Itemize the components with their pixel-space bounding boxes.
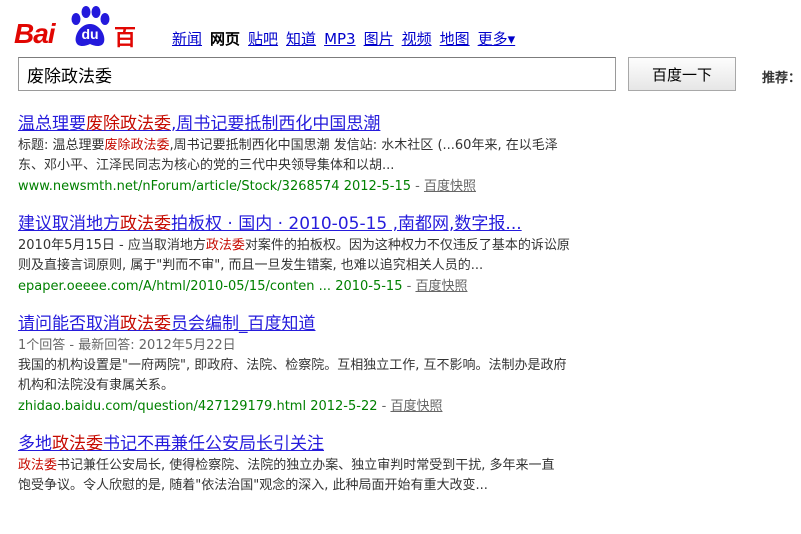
abstract-segment: ,周书记要抵制西化中国思潮 发信站: 水木社区 (...60年来, 在以毛泽 xyxy=(169,138,558,153)
abstract-segment: 对案件的拍板权。因为这种权力不仅违反了基本的诉讼原 xyxy=(244,238,570,253)
result-title-link[interactable]: 建议取消地方政法委拍板权 · 国内 · 2010-05-15 ,南都网,数字报.… xyxy=(18,212,638,236)
result-url: epaper.oeeee.com/A/html/2010-05/15/conte… xyxy=(18,279,403,294)
abstract-segment: 我国的机构设置是"一府两院", 即政府、法院、检察院。互相独立工作, 互不影响。… xyxy=(18,358,567,373)
separator: - xyxy=(377,399,391,414)
result-abstract-line: 2010年5月15日 - 应当取消地方政法委对案件的拍板权。因为这种权力不仅违反… xyxy=(18,236,638,256)
separator: - xyxy=(410,179,424,194)
result-title-segment: 拍板权 · 国内 · 2010-05-15 ,南都网,数字报... xyxy=(171,214,522,234)
nav-item[interactable]: 更多▾ xyxy=(478,30,516,48)
result-title-link[interactable]: 请问能否取消政法委员会编制_百度知道 xyxy=(18,312,638,336)
result-url: zhidao.baidu.com/question/427129179.html… xyxy=(18,399,378,414)
result-abstract-line: 饱受争议。令人欣慰的是, 随着"依法治国"观念的深入, 此种局面开始有重大改变.… xyxy=(18,476,638,496)
cache-link[interactable]: 百度快照 xyxy=(390,399,442,414)
top-nav: 新闻 网页 贴吧 知道 MP3 图片 视频 地图 更多▾ xyxy=(172,28,523,49)
abstract-segment: 饱受争议。令人欣慰的是, 随着"依法治国"观念的深入, 此种局面开始有重大改变.… xyxy=(18,478,488,493)
result-url-line: zhidao.baidu.com/question/427129179.html… xyxy=(18,396,638,418)
results-list: 温总理要废除政法委,周书记要抵制西化中国思潮 标题: 温总理要废除政法委,周书记要… xyxy=(18,112,638,510)
cache-link[interactable]: 百度快照 xyxy=(415,279,467,294)
abstract-segment: 2010年5月15日 - 应当取消地方 xyxy=(18,238,206,253)
result-url-line: www.newsmth.net/nForum/article/Stock/326… xyxy=(18,176,638,198)
result-abstract-line: 则及直接言词原则, 属于"判而不审", 而且一旦发生错案, 也难以追究相关人员的… xyxy=(18,256,638,276)
result-abstract-line: 政法委书记兼任公安局长, 使得检察院、法院的独立办案、独立审判时常受到干扰, 多… xyxy=(18,456,638,476)
logo-text-du: du xyxy=(81,26,99,42)
result-title-link[interactable]: 多地政法委书记不再兼任公安局长引关注 xyxy=(18,432,638,456)
nav-item[interactable]: 地图 xyxy=(440,30,470,48)
result-title-segment: 政法委 xyxy=(52,434,103,454)
search-result: 温总理要废除政法委,周书记要抵制西化中国思潮 标题: 温总理要废除政法委,周书记要… xyxy=(18,112,638,198)
abstract-segment: 则及直接言词原则, 属于"判而不审", 而且一旦发生错案, 也难以追究相关人员的… xyxy=(18,258,484,273)
result-url: www.newsmth.net/nForum/article/Stock/326… xyxy=(18,179,411,194)
result-title-segment: 建议取消地方 xyxy=(18,214,120,234)
result-title-link[interactable]: 温总理要废除政法委,周书记要抵制西化中国思潮 xyxy=(18,112,638,136)
nav-item[interactable]: 视频 xyxy=(402,30,432,48)
recommend-label: 推荐： xyxy=(762,71,801,86)
search-result: 请问能否取消政法委员会编制_百度知道 1个回答 - 最新回答: 2012年5月22… xyxy=(18,312,638,418)
logo-text-bai: Bai xyxy=(14,18,56,49)
result-title-segment: 政法委 xyxy=(120,214,171,234)
cache-link[interactable]: 百度快照 xyxy=(424,179,476,194)
result-title-segment: 书记不再兼任公安局长引关注 xyxy=(103,434,324,454)
result-abstract-line: 东、邓小平、江泽民同志为核心的党的三代中央领导集体和以胡... xyxy=(18,156,638,176)
abstract-segment: 政法委 xyxy=(205,238,245,253)
result-title-segment: 多地 xyxy=(18,434,52,454)
result-title-segment: 政法委 xyxy=(120,314,171,334)
search-button[interactable]: 百度一下 xyxy=(628,57,736,91)
result-url-line: epaper.oeeee.com/A/html/2010-05/15/conte… xyxy=(18,276,638,298)
abstract-segment: 书记兼任公安局长, 使得检察院、法院的独立办案、独立审判时常受到干扰, 多年来一… xyxy=(57,458,555,473)
nav-item: 网页 xyxy=(210,30,241,48)
result-title-segment: 温总理要 xyxy=(18,114,86,134)
abstract-segment: 政法委 xyxy=(18,458,58,473)
nav-item[interactable]: 图片 xyxy=(364,30,394,48)
result-title-segment: 请问能否取消 xyxy=(18,314,120,334)
result-abstract-line: 标题: 温总理要废除政法委,周书记要抵制西化中国思潮 发信站: 水木社区 (..… xyxy=(18,136,638,156)
result-abstract-line: 机构和法院没有隶属关系。 xyxy=(18,376,638,396)
search-result: 建议取消地方政法委拍板权 · 国内 · 2010-05-15 ,南都网,数字报.… xyxy=(18,212,638,298)
baidu-logo[interactable]: Bai du 百度 xyxy=(14,4,154,83)
separator: - xyxy=(402,279,416,294)
nav-item[interactable]: 知道 xyxy=(286,30,316,48)
search-input[interactable] xyxy=(18,57,616,91)
result-title-segment: ,周书记要抵制西化中国思潮 xyxy=(171,114,381,134)
abstract-segment: 废除政法委 xyxy=(104,138,170,153)
nav-item[interactable]: 新闻 xyxy=(172,30,202,48)
result-abstract-line: 我国的机构设置是"一府两院", 即政府、法院、检察院。互相独立工作, 互不影响。… xyxy=(18,356,638,376)
result-title-segment: 废除政法委 xyxy=(86,114,171,134)
abstract-segment: 东、邓小平、江泽民同志为核心的党的三代中央领导集体和以胡... xyxy=(18,158,395,173)
abstract-segment: 标题: 温总理要 xyxy=(18,138,105,153)
nav-item[interactable]: 贴吧 xyxy=(248,30,278,48)
search-result: 多地政法委书记不再兼任公安局长引关注 政法委书记兼任公安局长, 使得检察院、法院的… xyxy=(18,432,638,496)
nav-item[interactable]: MP3 xyxy=(324,30,356,48)
abstract-segment: 机构和法院没有隶属关系。 xyxy=(18,378,175,393)
result-meta: 1个回答 - 最新回答: 2012年5月22日 xyxy=(18,338,236,353)
result-title-segment: 员会编制_百度知道 xyxy=(171,314,316,334)
